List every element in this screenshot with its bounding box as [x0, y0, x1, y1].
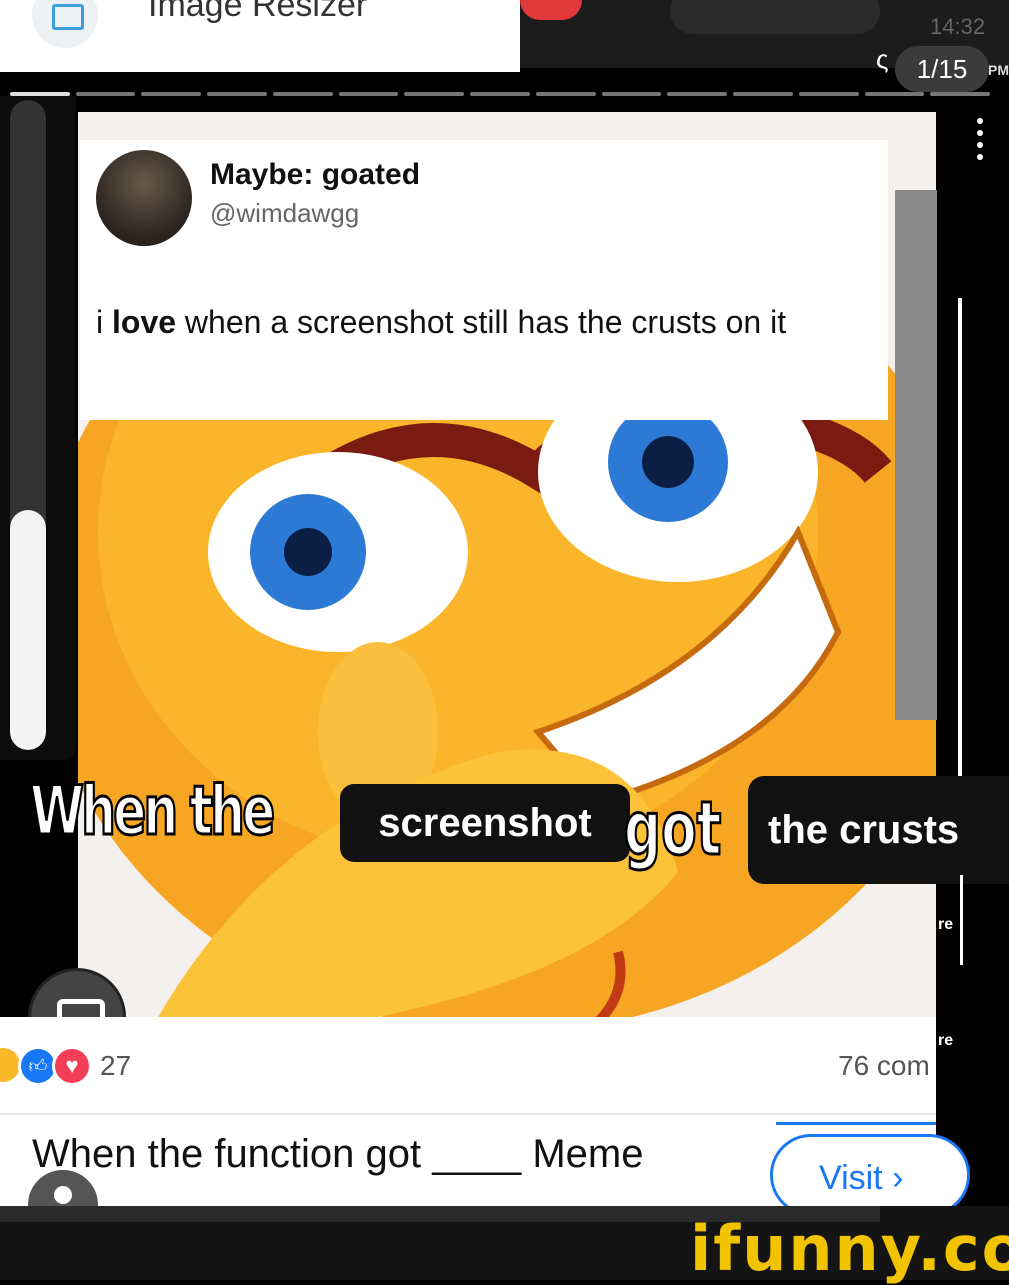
- app-title: Image Resizer: [148, 0, 368, 24]
- kebab-menu-icon[interactable]: [972, 118, 988, 164]
- post-divider: [0, 1113, 936, 1115]
- tweet-text-lead: i: [96, 304, 112, 340]
- tweet-handle: @wimdawgg: [210, 198, 360, 228]
- tweet-card: [80, 140, 888, 420]
- caption-got: got: [623, 785, 723, 874]
- visit-rule: [776, 1122, 936, 1125]
- story-segment: [535, 92, 596, 96]
- tweet-text-rest: when a screenshot still has the crusts o…: [176, 304, 787, 340]
- story-segment: [272, 92, 333, 96]
- ifunny-watermark: ifunny.co: [690, 1212, 1009, 1285]
- story-segment: [733, 92, 793, 96]
- edge-label: re: [938, 1032, 954, 1049]
- status-ampm: PM: [988, 62, 1009, 78]
- divider-line-2: [960, 875, 963, 965]
- counter-glyph: ς: [876, 44, 889, 74]
- reaction-count[interactable]: 27: [100, 1050, 131, 1082]
- story-segment: [667, 92, 728, 96]
- story-segment: [864, 92, 925, 96]
- page-counter: 1/15: [895, 46, 989, 92]
- comment-count[interactable]: 76 com: [838, 1050, 930, 1082]
- avatar: [96, 150, 192, 246]
- caption-blank-fill: screenshot: [340, 784, 630, 862]
- divider-line: [958, 298, 962, 788]
- volume-slider[interactable]: [10, 100, 46, 750]
- caption-when-the: When the: [29, 771, 276, 853]
- story-segment: [404, 92, 465, 96]
- visit-button[interactable]: Visit ›: [770, 1134, 970, 1216]
- story-segment: [470, 92, 530, 96]
- status-time: 14:32: [930, 14, 986, 39]
- post-link-title[interactable]: When the function got ____ Meme: [32, 1132, 643, 1177]
- story-segment: [601, 92, 662, 96]
- story-progress-bar: [10, 92, 991, 96]
- edge-label: re: [938, 916, 954, 933]
- story-segment: [930, 92, 991, 96]
- volume-slider-fill: [10, 509, 46, 750]
- story-segment: [798, 92, 859, 96]
- story-segment: [207, 92, 267, 96]
- story-segment: [338, 92, 399, 96]
- background-strip: [895, 190, 937, 720]
- tweet-display-name: Maybe: goated: [210, 158, 421, 191]
- caption-ending: the crusts: [748, 776, 1009, 884]
- tweet-text: i love when a screenshot still has the c…: [96, 298, 876, 346]
- tweet-text-bold: love: [112, 304, 177, 340]
- story-segment: [141, 92, 202, 96]
- story-segment: [75, 92, 136, 96]
- love-reaction-icon: ♥: [52, 1046, 92, 1086]
